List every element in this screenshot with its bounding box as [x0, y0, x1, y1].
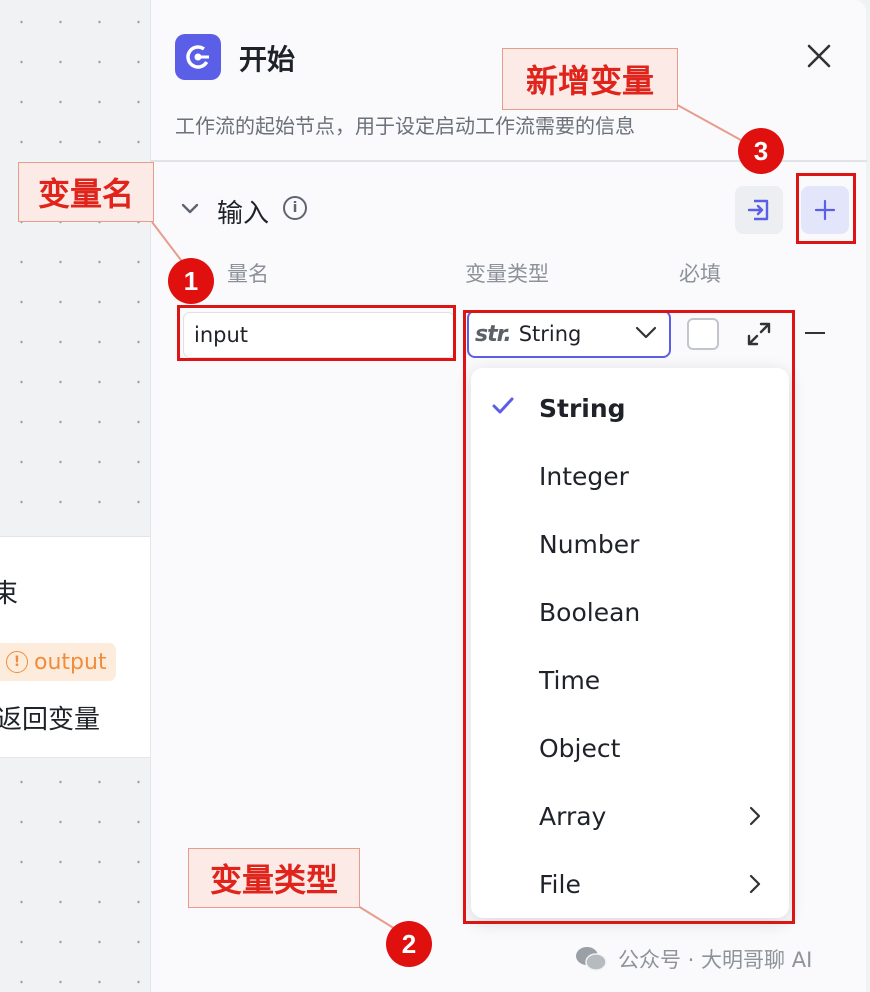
close-button[interactable] [799, 36, 839, 76]
callout-add-variable: 新增变量 [502, 48, 678, 110]
output-badge-label: output [34, 649, 107, 675]
annotation-badge-1: 1 [168, 258, 214, 304]
highlight-variable-name [177, 305, 456, 361]
callout-variable-name: 变量名 [18, 162, 154, 222]
remove-icon[interactable] [805, 332, 825, 334]
start-node-icon [175, 34, 221, 80]
node-description: 返回变量 [0, 705, 101, 735]
highlight-variable-type [463, 310, 795, 924]
info-icon[interactable]: i [283, 196, 307, 220]
canvas-end-node[interactable]: 束 ! output 返回变量 [0, 536, 150, 758]
callout-variable-type: 变量类型 [188, 848, 360, 908]
column-header-required: 必填 [679, 262, 721, 286]
watermark: 公众号 · 大明哥聊 AI [574, 944, 812, 974]
annotation-badge-2: 2 [386, 921, 432, 967]
collapse-toggle[interactable] [177, 196, 203, 222]
panel-description: 工作流的起始节点，用于设定启动工作流需要的信息 [175, 114, 635, 138]
section-title-input: 输入 [217, 199, 270, 229]
wechat-icon [576, 947, 607, 971]
panel-title: 开始 [239, 43, 296, 76]
annotation-badge-3: 3 [738, 128, 784, 174]
watermark-text: 公众号 · 大明哥聊 AI [618, 948, 813, 972]
import-icon [747, 199, 769, 221]
chevron-down-icon [181, 203, 199, 214]
output-badge: ! output [0, 643, 116, 681]
node-title: 束 [0, 579, 19, 609]
column-header-type: 变量类型 [465, 262, 549, 286]
import-variables-button[interactable] [735, 186, 783, 234]
column-header-name: 量名 [227, 262, 269, 286]
close-icon [807, 44, 831, 68]
warning-icon: ! [6, 651, 28, 673]
highlight-add-variable [796, 173, 856, 244]
